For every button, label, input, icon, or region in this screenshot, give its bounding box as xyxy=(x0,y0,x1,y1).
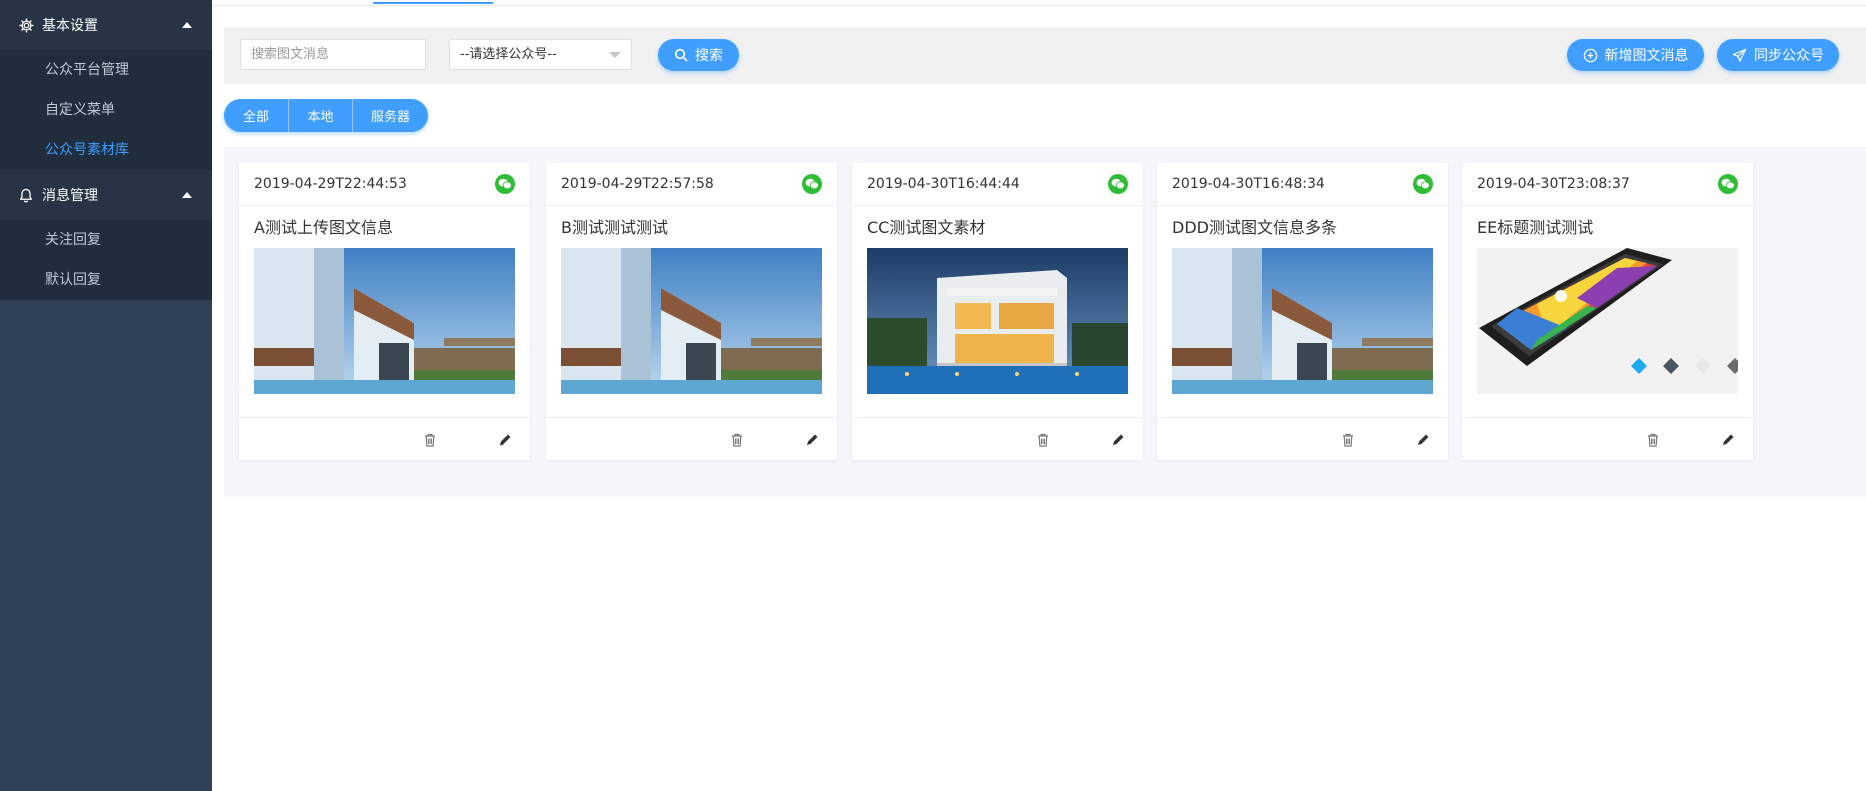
card-footer xyxy=(1462,417,1753,460)
night-villa-image[interactable] xyxy=(867,248,1128,394)
toolbar: --请选择公众号-- 搜索 新增图文消息 同步公众号 xyxy=(224,27,1866,84)
sidebar-group-label: 消息管理 xyxy=(42,188,98,204)
filter-server[interactable]: 服务器 xyxy=(352,99,428,132)
sidebar-group-message-manage[interactable]: 消息管理 xyxy=(0,170,212,220)
pencil-icon[interactable] xyxy=(1415,432,1431,448)
modern-house-image[interactable] xyxy=(1172,248,1433,394)
card-title: B测试测试测试 xyxy=(561,218,668,237)
card-time: 2019-04-30T16:48:34 xyxy=(1172,176,1325,192)
card-title: EE标题测试测试 xyxy=(1477,218,1594,237)
sync-account-button-label: 同步公众号 xyxy=(1754,48,1824,64)
material-card: 2019-04-30T23:08:37 EE标题测试测试 xyxy=(1462,163,1753,460)
card-footer xyxy=(239,417,530,460)
card-title: DDD测试图文信息多条 xyxy=(1172,218,1337,237)
chevron-up-icon xyxy=(182,22,192,28)
card-footer xyxy=(546,417,837,460)
modern-house-image[interactable] xyxy=(254,248,515,394)
active-tab-indicator xyxy=(373,2,493,4)
modern-house-image[interactable] xyxy=(561,248,822,394)
trash-icon[interactable] xyxy=(1645,432,1661,448)
sidebar-submenu-message: 关注回复 默认回复 xyxy=(0,220,212,300)
pencil-icon[interactable] xyxy=(1110,432,1126,448)
sidebar-item-default-reply[interactable]: 默认回复 xyxy=(0,260,212,300)
card-footer xyxy=(1157,417,1448,460)
trash-icon[interactable] xyxy=(1340,432,1356,448)
sidebar-item-follow-reply[interactable]: 关注回复 xyxy=(0,220,212,260)
card-time: 2019-04-29T22:57:58 xyxy=(561,176,714,192)
plus-circle-icon xyxy=(1583,48,1598,63)
material-card: 2019-04-30T16:48:34 DDD测试图文信息多条 xyxy=(1157,163,1448,460)
send-icon xyxy=(1732,48,1747,63)
trash-icon[interactable] xyxy=(729,432,745,448)
card-header: 2019-04-30T23:08:37 xyxy=(1462,163,1753,206)
wechat-icon xyxy=(802,174,822,194)
sidebar-group-basic-settings[interactable]: 基本设置 xyxy=(0,0,212,50)
sidebar-item-material-library[interactable]: 公众号素材库 xyxy=(0,130,212,170)
card-time: 2019-04-30T16:44:44 xyxy=(867,176,1020,192)
sidebar-item-custom-menu[interactable]: 自定义菜单 xyxy=(0,90,212,130)
account-select-value: --请选择公众号-- xyxy=(460,47,557,62)
sync-account-button[interactable]: 同步公众号 xyxy=(1717,39,1839,71)
top-tab-bar xyxy=(212,0,1866,6)
wechat-icon xyxy=(1413,174,1433,194)
search-button[interactable]: 搜索 xyxy=(658,39,739,71)
wechat-icon xyxy=(1108,174,1128,194)
add-article-button[interactable]: 新增图文消息 xyxy=(1567,39,1704,71)
bell-icon xyxy=(18,187,34,203)
account-select[interactable]: --请选择公众号-- xyxy=(449,39,632,70)
sidebar: 基本设置 公众平台管理 自定义菜单 公众号素材库 消息管理 关注回复 默认回复 xyxy=(0,0,212,791)
material-card: 2019-04-29T22:57:58 B测试测试测试 xyxy=(546,163,837,460)
card-title: A测试上传图文信息 xyxy=(254,218,393,237)
pencil-icon[interactable] xyxy=(1720,432,1736,448)
sidebar-submenu-basic: 公众平台管理 自定义菜单 公众号素材库 xyxy=(0,50,212,170)
chevron-down-icon xyxy=(609,52,621,58)
add-article-button-label: 新增图文消息 xyxy=(1604,48,1689,64)
trash-icon[interactable] xyxy=(422,432,438,448)
pencil-icon[interactable] xyxy=(497,432,513,448)
card-header: 2019-04-30T16:44:44 xyxy=(852,163,1143,206)
wechat-icon xyxy=(495,174,515,194)
search-button-label: 搜索 xyxy=(695,48,723,64)
card-time: 2019-04-29T22:44:53 xyxy=(254,176,407,192)
wechat-icon xyxy=(1718,174,1738,194)
card-title: CC测试图文素材 xyxy=(867,218,986,237)
material-card: 2019-04-30T16:44:44 CC测试图文素材 xyxy=(852,163,1143,460)
source-filter-group: 全部 本地 服务器 xyxy=(224,99,428,132)
gear-icon xyxy=(18,17,34,33)
card-header: 2019-04-30T16:48:34 xyxy=(1157,163,1448,206)
card-header: 2019-04-29T22:57:58 xyxy=(546,163,837,206)
material-card: 2019-04-29T22:44:53 A测试上传图文信息 xyxy=(239,163,530,460)
card-time: 2019-04-30T23:08:37 xyxy=(1477,176,1630,192)
material-grid: 2019-04-29T22:44:53 A测试上传图文信息 2019-04-29… xyxy=(224,147,1866,497)
filter-all[interactable]: 全部 xyxy=(224,99,288,132)
search-input[interactable] xyxy=(240,39,426,70)
card-header: 2019-04-29T22:44:53 xyxy=(239,163,530,206)
filter-local[interactable]: 本地 xyxy=(288,99,352,132)
search-icon xyxy=(674,48,688,62)
chevron-up-icon xyxy=(182,192,192,198)
card-footer xyxy=(852,417,1143,460)
phone-product-image[interactable] xyxy=(1477,248,1738,394)
sidebar-group-label: 基本设置 xyxy=(42,18,98,34)
sidebar-item-platform-manage[interactable]: 公众平台管理 xyxy=(0,50,212,90)
trash-icon[interactable] xyxy=(1035,432,1051,448)
pencil-icon[interactable] xyxy=(804,432,820,448)
